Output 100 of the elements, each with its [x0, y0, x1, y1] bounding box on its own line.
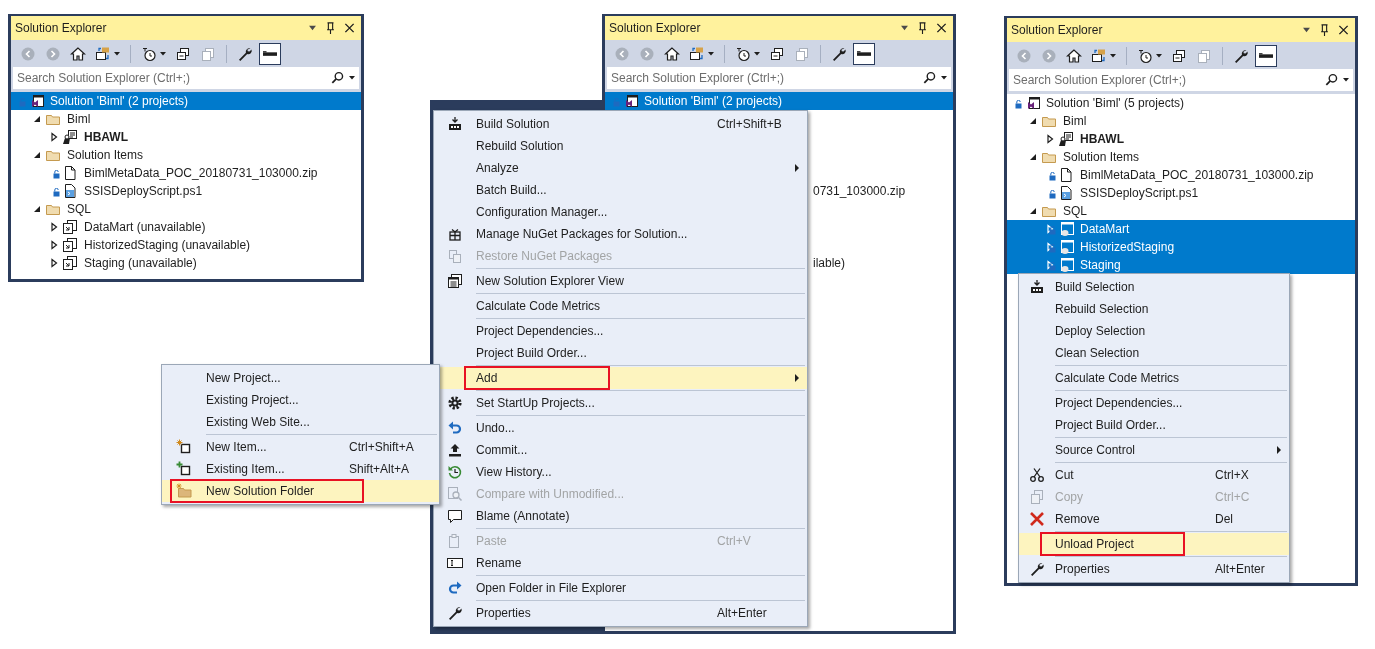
- search-button[interactable]: [327, 67, 359, 89]
- tree-item[interactable]: HistorizedStaging (unavailable): [11, 236, 361, 254]
- menu-item[interactable]: Open Folder in File Explorer: [434, 577, 807, 599]
- menu-item[interactable]: New Item... Ctrl+Shift+A: [162, 436, 439, 458]
- menu-item[interactable]: Blame (Annotate): [434, 505, 807, 527]
- search-button[interactable]: [919, 67, 951, 89]
- dropdown-caret-icon[interactable]: [1156, 53, 1162, 58]
- menu-item[interactable]: Analyze: [434, 157, 807, 179]
- menu-item[interactable]: Build Selection: [1019, 276, 1289, 298]
- menu-item[interactable]: Properties Alt+Enter: [1019, 558, 1289, 580]
- shortcut-label: Alt+Enter: [717, 606, 768, 620]
- tree-item[interactable]: Solution 'Biml' (2 projects): [11, 92, 361, 110]
- search-field[interactable]: Search Solution Explorer (Ctrl+;): [607, 67, 919, 89]
- dropdown-icon[interactable]: [1302, 27, 1311, 33]
- tree-item[interactable]: DataMart: [1007, 220, 1355, 238]
- menu-item[interactable]: Cut Ctrl+X: [1019, 464, 1289, 486]
- wrench-icon: [1233, 47, 1249, 64]
- collapsed-arrow-icon[interactable]: [48, 258, 59, 268]
- menu-item[interactable]: Rebuild Selection: [1019, 298, 1289, 320]
- menu-item[interactable]: Properties Alt+Enter: [434, 602, 807, 624]
- dropdown-caret-icon[interactable]: [114, 51, 120, 56]
- menu-item[interactable]: Existing Project...: [162, 389, 439, 411]
- tree-item[interactable]: SQL: [11, 200, 361, 218]
- shortcut-label: Shift+Alt+A: [349, 462, 411, 476]
- pin-icon[interactable]: [1319, 24, 1330, 36]
- tree-item[interactable]: HistorizedStaging: [1007, 238, 1355, 256]
- close-icon[interactable]: [936, 22, 947, 34]
- shortcut-label: Ctrl+Shift+B: [717, 117, 783, 131]
- dropdown-caret-icon[interactable]: [160, 51, 166, 56]
- wrench-icon: [831, 45, 847, 62]
- menu-item[interactable]: Remove Del: [1019, 508, 1289, 530]
- dropdown-caret-icon[interactable]: [941, 76, 947, 80]
- tree-item[interactable]: SSISDeployScript.ps1: [11, 182, 361, 200]
- menu-item[interactable]: Existing Web Site...: [162, 411, 439, 433]
- menu-item[interactable]: Clean Selection: [1019, 342, 1289, 364]
- dropdown-caret-icon[interactable]: [1110, 53, 1116, 58]
- build-icon: [447, 116, 463, 132]
- dropdown-caret-icon[interactable]: [1343, 78, 1349, 82]
- collapse-all-icon: [1171, 47, 1187, 64]
- tree-item[interactable]: SSISDeployScript.ps1: [1007, 184, 1355, 202]
- collapsed-arrow-icon[interactable]: [48, 132, 59, 142]
- tree-item[interactable]: SQL: [1007, 202, 1355, 220]
- pin-icon[interactable]: [917, 22, 928, 34]
- tree-item[interactable]: Staging (unavailable): [11, 254, 361, 272]
- menu-item[interactable]: Source Control: [1019, 439, 1289, 461]
- tree-item[interactable]: BimlMetaData_POC_20180731_103000.zip: [11, 164, 361, 182]
- menu-item[interactable]: Existing Item... Shift+Alt+A: [162, 458, 439, 480]
- dropdown-icon[interactable]: [308, 25, 317, 31]
- menu-item[interactable]: Rename: [434, 552, 807, 574]
- project-icon: [62, 129, 78, 145]
- menu-item[interactable]: Calculate Code Metrics: [1019, 367, 1289, 389]
- database-project-icon: [1058, 239, 1074, 255]
- tree-item[interactable]: Biml: [1007, 112, 1355, 130]
- pin-icon[interactable]: [325, 22, 336, 34]
- menu-item[interactable]: Project Dependencies...: [434, 320, 807, 342]
- dropdown-caret-icon[interactable]: [754, 51, 760, 56]
- menu-item[interactable]: Rebuild Solution: [434, 135, 807, 157]
- tree-item[interactable]: Solution 'Biml' (5 projects): [1007, 94, 1355, 112]
- menu-item[interactable]: Manage NuGet Packages for Solution...: [434, 223, 807, 245]
- tree-item[interactable]: Solution Items: [11, 146, 361, 164]
- tree-item[interactable]: Staging: [1007, 256, 1355, 274]
- tree-item[interactable]: HBAWL: [1007, 130, 1355, 148]
- search-field[interactable]: Search Solution Explorer (Ctrl+;): [1009, 69, 1321, 91]
- dropdown-caret-icon[interactable]: [349, 76, 355, 80]
- script-file-icon: [1058, 185, 1074, 201]
- collapsed-arrow-icon[interactable]: [1044, 134, 1055, 144]
- tree-item[interactable]: Solution Items: [1007, 148, 1355, 166]
- close-icon[interactable]: [344, 22, 355, 34]
- tree-item[interactable]: BimlMetaData_POC_20180731_103000.zip: [1007, 166, 1355, 184]
- tree-item[interactable]: Solution 'Biml' (2 projects): [605, 92, 953, 110]
- copy-icon: [1029, 489, 1045, 505]
- collapsed-arrow-icon[interactable]: [48, 240, 59, 250]
- menu-item[interactable]: New Solution Explorer View: [434, 270, 807, 292]
- tree-item[interactable]: DataMart (unavailable): [11, 218, 361, 236]
- collapse-all-icon: [769, 45, 785, 62]
- dropdown-icon[interactable]: [900, 25, 909, 31]
- project-unavailable-icon: [62, 255, 78, 271]
- collapsed-arrow-icon[interactable]: [48, 222, 59, 232]
- dropdown-caret-icon[interactable]: [708, 51, 714, 56]
- menu-item[interactable]: Batch Build...: [434, 179, 807, 201]
- menu-item[interactable]: Project Build Order...: [434, 342, 807, 364]
- menu-item[interactable]: New Solution Folder: [162, 480, 439, 502]
- menu-item[interactable]: Unload Project: [1019, 533, 1289, 555]
- menu-item[interactable]: Deploy Selection: [1019, 320, 1289, 342]
- close-icon[interactable]: [1338, 24, 1349, 36]
- menu-item[interactable]: Project Dependencies...: [1019, 392, 1289, 414]
- search-field[interactable]: Search Solution Explorer (Ctrl+;): [13, 67, 327, 89]
- dash-button[interactable]: [1255, 44, 1277, 67]
- tree-item[interactable]: HBAWL: [11, 128, 361, 146]
- dash-button[interactable]: [853, 42, 875, 65]
- panel-title: Solution Explorer: [1011, 23, 1104, 37]
- menu-item[interactable]: Project Build Order...: [1019, 414, 1289, 436]
- sync-icon: [689, 45, 705, 62]
- menu-item[interactable]: Build Solution Ctrl+Shift+B: [434, 113, 807, 135]
- search-button[interactable]: [1321, 69, 1353, 91]
- panel-title: Solution Explorer: [15, 21, 108, 35]
- menu-item[interactable]: Calculate Code Metrics: [434, 295, 807, 317]
- tree-item[interactable]: Biml: [11, 110, 361, 128]
- dash-button[interactable]: [259, 42, 281, 65]
- menu-item[interactable]: Configuration Manager...: [434, 201, 807, 223]
